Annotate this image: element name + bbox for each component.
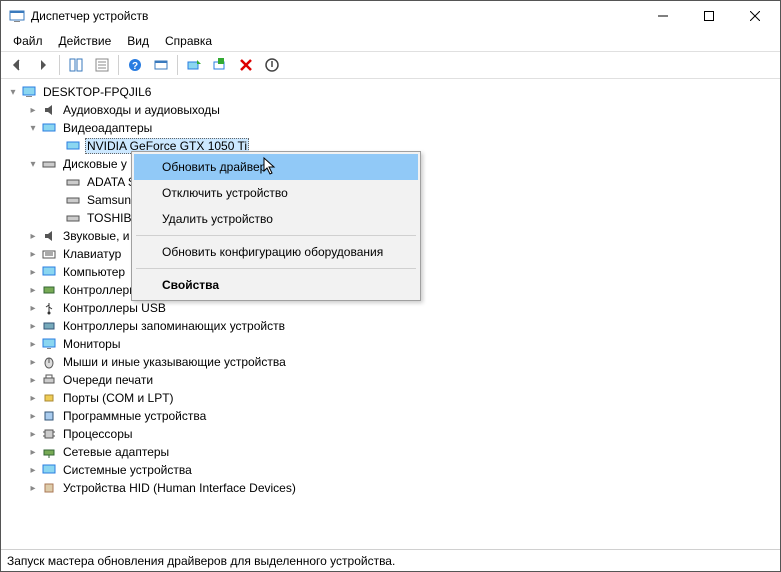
tree-category[interactable]: ▸Процессоры	[1, 425, 780, 443]
menu-action[interactable]: Действие	[51, 32, 120, 50]
chevron-right-icon[interactable]: ▸	[25, 105, 41, 116]
keyboard-icon	[41, 246, 57, 262]
app-icon	[9, 8, 25, 24]
ctx-scan-hardware[interactable]: Обновить конфигурацию оборудования	[134, 239, 418, 265]
menu-file[interactable]: Файл	[5, 32, 51, 50]
tree-category[interactable]: ▾Видеоадаптеры	[1, 119, 780, 137]
mouse-icon	[41, 354, 57, 370]
chevron-right-icon[interactable]: ▸	[25, 267, 41, 278]
status-text: Запуск мастера обновления драйверов для …	[7, 554, 395, 568]
tree-category[interactable]: ▸Мониторы	[1, 335, 780, 353]
statusbar: Запуск мастера обновления драйверов для …	[1, 549, 780, 571]
ide-icon	[41, 282, 57, 298]
chevron-right-icon[interactable]: ▸	[25, 483, 41, 494]
back-button[interactable]	[5, 53, 29, 77]
separator	[136, 235, 416, 236]
chevron-right-icon[interactable]: ▸	[25, 411, 41, 422]
chevron-right-icon[interactable]: ▸	[25, 465, 41, 476]
tree-category[interactable]: ▸Аудиовходы и аудиовыходы	[1, 101, 780, 119]
menu-view[interactable]: Вид	[119, 32, 157, 50]
display-adapter-icon	[65, 138, 81, 154]
action-button[interactable]	[149, 53, 173, 77]
tree-category[interactable]: ▸Порты (COM и LPT)	[1, 389, 780, 407]
show-hide-tree-button[interactable]	[64, 53, 88, 77]
disk-icon	[65, 192, 81, 208]
separator	[177, 55, 178, 75]
print-queue-icon	[41, 372, 57, 388]
svg-text:?: ?	[132, 61, 138, 72]
software-device-icon	[41, 408, 57, 424]
properties-button[interactable]	[90, 53, 114, 77]
chevron-right-icon[interactable]: ▸	[25, 393, 41, 404]
tree-category[interactable]: ▸Устройства HID (Human Interface Devices…	[1, 479, 780, 497]
network-icon	[41, 444, 57, 460]
separator	[59, 55, 60, 75]
maximize-button[interactable]	[686, 1, 732, 31]
hid-icon	[41, 480, 57, 496]
tree-category[interactable]: ▸Очереди печати	[1, 371, 780, 389]
tree-category[interactable]: ▸Контроллеры запоминающих устройств	[1, 317, 780, 335]
tree-category[interactable]: ▸Мыши и иные указывающие устройства	[1, 353, 780, 371]
disable-button[interactable]	[260, 53, 284, 77]
separator	[136, 268, 416, 269]
menubar: Файл Действие Вид Справка	[1, 31, 780, 51]
chevron-right-icon[interactable]: ▸	[25, 429, 41, 440]
chevron-right-icon[interactable]: ▸	[25, 339, 41, 350]
device-tree[interactable]: ▾ DESKTOP-FPQJIL6 ▸Аудиовходы и аудиовых…	[1, 79, 780, 549]
ctx-properties[interactable]: Свойства	[134, 272, 418, 298]
tree-root[interactable]: ▾ DESKTOP-FPQJIL6	[1, 83, 780, 101]
display-adapter-icon	[41, 120, 57, 136]
chevron-down-icon[interactable]: ▾	[25, 159, 41, 170]
context-menu: Обновить драйвер Отключить устройство Уд…	[131, 151, 421, 301]
cpu-icon	[41, 426, 57, 442]
menu-help[interactable]: Справка	[157, 32, 220, 50]
disk-icon	[65, 210, 81, 226]
tree-category[interactable]: ▸Системные устройства	[1, 461, 780, 479]
toolbar: ?	[1, 51, 780, 79]
ctx-disable-device[interactable]: Отключить устройство	[134, 180, 418, 206]
ctx-update-driver[interactable]: Обновить драйвер	[134, 154, 418, 180]
chevron-down-icon[interactable]: ▾	[25, 123, 41, 134]
chevron-right-icon[interactable]: ▸	[25, 303, 41, 314]
sound-icon	[41, 228, 57, 244]
root-label: DESKTOP-FPQJIL6	[41, 85, 153, 99]
chevron-right-icon[interactable]: ▸	[25, 375, 41, 386]
monitor-icon	[41, 336, 57, 352]
chevron-right-icon[interactable]: ▸	[25, 231, 41, 242]
tree-category[interactable]: ▸Контроллеры USB	[1, 299, 780, 317]
forward-button[interactable]	[31, 53, 55, 77]
ports-icon	[41, 390, 57, 406]
scan-hardware-button[interactable]	[208, 53, 232, 77]
chevron-down-icon[interactable]: ▾	[5, 87, 21, 98]
window-controls	[640, 1, 778, 31]
tree-category[interactable]: ▸Сетевые адаптеры	[1, 443, 780, 461]
minimize-button[interactable]	[640, 1, 686, 31]
separator	[118, 55, 119, 75]
audio-icon	[41, 102, 57, 118]
chevron-right-icon[interactable]: ▸	[25, 321, 41, 332]
disk-icon	[41, 156, 57, 172]
computer-icon	[21, 84, 37, 100]
chevron-right-icon[interactable]: ▸	[25, 447, 41, 458]
help-button[interactable]: ?	[123, 53, 147, 77]
window-title: Диспетчер устройств	[31, 9, 640, 23]
titlebar: Диспетчер устройств	[1, 1, 780, 31]
chevron-right-icon[interactable]: ▸	[25, 249, 41, 260]
tree-category[interactable]: ▸Программные устройства	[1, 407, 780, 425]
close-button[interactable]	[732, 1, 778, 31]
system-device-icon	[41, 462, 57, 478]
computer-icon	[41, 264, 57, 280]
disk-icon	[65, 174, 81, 190]
storage-controller-icon	[41, 318, 57, 334]
usb-icon	[41, 300, 57, 316]
chevron-right-icon[interactable]: ▸	[25, 285, 41, 296]
uninstall-button[interactable]	[234, 53, 258, 77]
update-driver-button[interactable]	[182, 53, 206, 77]
chevron-right-icon[interactable]: ▸	[25, 357, 41, 368]
ctx-remove-device[interactable]: Удалить устройство	[134, 206, 418, 232]
